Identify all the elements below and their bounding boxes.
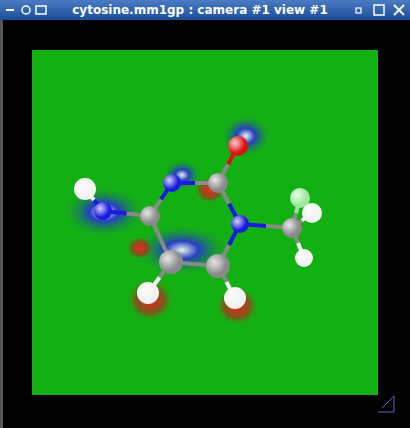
window-title: cytosine.mm1gp : camera #1 view #1 [54, 1, 346, 19]
viewport[interactable] [0, 20, 410, 428]
atom[interactable] [231, 215, 249, 233]
atom[interactable] [163, 174, 181, 192]
atom[interactable] [302, 203, 322, 223]
potential-map[interactable] [32, 50, 378, 395]
atom[interactable] [228, 136, 248, 156]
title-bar[interactable]: cytosine.mm1gp : camera #1 view #1 [0, 0, 410, 20]
atom[interactable] [206, 254, 230, 278]
axis-corner-icon [376, 394, 396, 414]
atom[interactable] [74, 178, 96, 200]
window-menu-icon[interactable] [4, 3, 48, 17]
viewer-window: cytosine.mm1gp : camera #1 view #1 [0, 0, 410, 428]
atom[interactable] [282, 218, 302, 238]
atom[interactable] [224, 287, 246, 309]
atom[interactable] [140, 206, 160, 226]
atom[interactable] [208, 173, 228, 193]
atom[interactable] [137, 282, 159, 304]
atom[interactable] [159, 250, 183, 274]
atom[interactable] [295, 249, 313, 267]
atom[interactable] [94, 202, 112, 220]
window-controls-icon[interactable] [352, 3, 406, 17]
